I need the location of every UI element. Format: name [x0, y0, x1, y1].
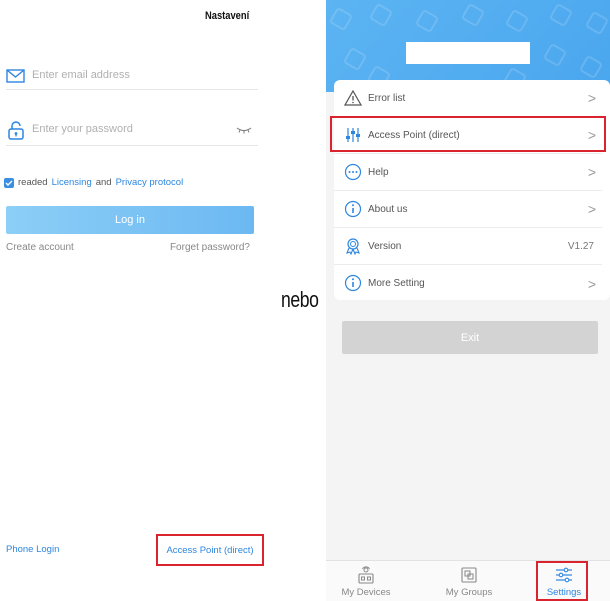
- warning-icon: [344, 89, 362, 106]
- settings-screen: Error list > Access Point (direct) > Hel…: [326, 0, 610, 601]
- phone-login-link[interactable]: Phone Login: [6, 544, 59, 555]
- menu-item-version: Version V1.27: [334, 228, 602, 265]
- access-point-label: Access Point (direct): [166, 544, 254, 556]
- menu-label: More Setting: [368, 278, 425, 289]
- version-value: V1.27: [567, 240, 594, 252]
- info-icon: [344, 200, 362, 218]
- chevron-right-icon: >: [587, 201, 596, 217]
- agree-text: readed: [18, 177, 48, 188]
- device-icon: [358, 566, 374, 584]
- menu-label: About us: [368, 203, 408, 215]
- email-placeholder: Enter email address: [32, 69, 130, 81]
- licensing-link[interactable]: Licensing: [52, 177, 92, 188]
- menu-item-error-list[interactable]: Error list >: [334, 80, 602, 117]
- chat-dots-icon: [344, 163, 362, 181]
- access-point-link[interactable]: Access Point (direct): [156, 534, 264, 566]
- menu-item-access-point[interactable]: Access Point (direct) >: [334, 117, 602, 154]
- tab-my-devices[interactable]: My Devices: [326, 565, 406, 601]
- info-icon: [344, 274, 362, 292]
- menu-label: Help: [368, 166, 389, 178]
- agreement-row: readed Licensing and Privacy protocol: [4, 177, 183, 188]
- create-account-link[interactable]: Create account: [6, 242, 74, 253]
- account-name-box: [406, 42, 530, 64]
- login-button[interactable]: Log in: [6, 206, 254, 234]
- agree-checkbox[interactable]: [4, 177, 14, 188]
- login-screen: Nastavení Enter email address Enter your…: [0, 0, 270, 601]
- forget-password-link[interactable]: Forget password?: [170, 242, 250, 253]
- groups-icon: [461, 567, 477, 583]
- settings-tab-highlight: [536, 561, 588, 601]
- menu-label: Error list: [368, 92, 406, 104]
- password-placeholder: Enter your password: [32, 123, 133, 135]
- mail-icon: [6, 69, 25, 83]
- and-text: and: [95, 177, 112, 188]
- profile-header: [326, 0, 610, 92]
- chevron-right-icon: >: [587, 275, 596, 292]
- menu-label: Version: [368, 240, 402, 252]
- tab-label: My Devices: [341, 587, 391, 598]
- sliders-icon: [346, 128, 360, 142]
- tab-my-groups[interactable]: My Groups: [429, 565, 509, 601]
- email-field[interactable]: Enter email address: [6, 64, 258, 90]
- chevron-right-icon: >: [587, 127, 596, 143]
- tab-label: My Groups: [445, 587, 493, 598]
- settings-menu: Error list > Access Point (direct) > Hel…: [334, 80, 610, 300]
- menu-item-more-setting[interactable]: More Setting >: [334, 265, 602, 302]
- menu-item-help[interactable]: Help >: [334, 154, 602, 191]
- divider-word: nebo: [281, 287, 319, 312]
- menu-item-about-us[interactable]: About us >: [334, 191, 602, 228]
- check-icon: [5, 180, 13, 186]
- exit-button[interactable]: Exit: [342, 321, 598, 354]
- chevron-right-icon: >: [587, 90, 596, 106]
- award-icon: [346, 238, 360, 255]
- section-title: Nastavení: [205, 10, 250, 22]
- password-field[interactable]: Enter your password: [6, 118, 258, 146]
- lock-icon: [8, 121, 24, 140]
- privacy-link[interactable]: Privacy protocol: [116, 177, 184, 188]
- chevron-right-icon: >: [587, 164, 596, 180]
- menu-label: Access Point (direct): [368, 129, 460, 141]
- eye-closed-icon[interactable]: [236, 126, 252, 134]
